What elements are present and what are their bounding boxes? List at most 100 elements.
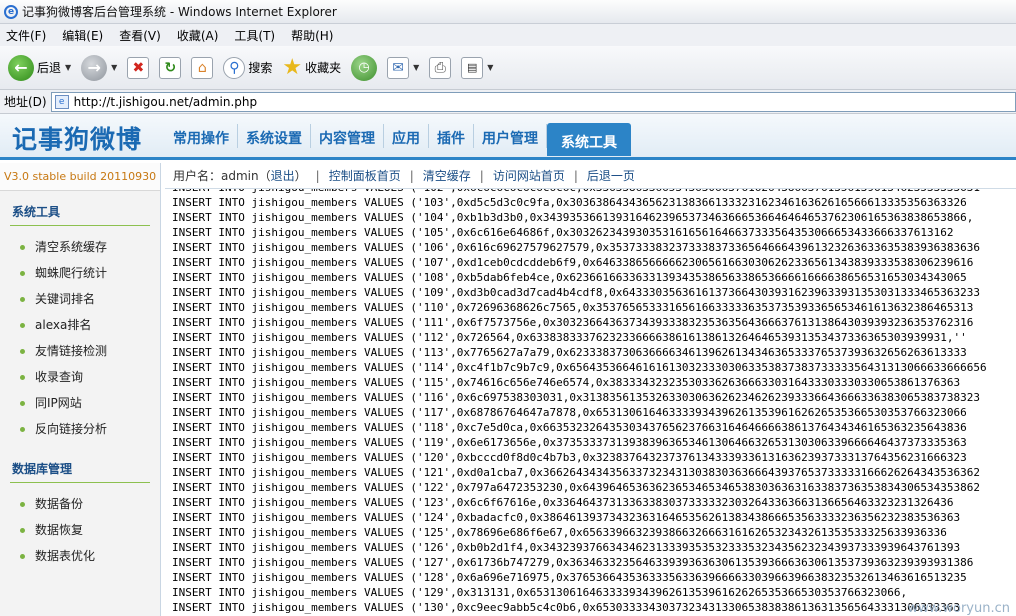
edit-dropdown-icon[interactable]: ▼	[487, 63, 493, 72]
refresh-button[interactable]: ↻	[159, 56, 182, 79]
sidebar-item-index-query[interactable]: 收录查询	[0, 364, 160, 390]
address-input[interactable]: e http://t.jishigou.net/admin.php	[50, 91, 1016, 112]
home-button[interactable]: ⌂	[191, 56, 214, 79]
search-icon: ⚲	[223, 56, 246, 79]
sidebar-item-label: 数据备份	[35, 497, 84, 511]
sql-line: INSERT INTO jishigou_members VALUES ('11…	[172, 406, 967, 419]
sql-line: INSERT INTO jishigou_members VALUES ('11…	[172, 436, 967, 449]
bullet-icon	[20, 245, 25, 250]
sql-line: INSERT INTO jishigou_members VALUES ('12…	[172, 511, 961, 524]
clear-cache-link[interactable]: 清空缓存	[423, 167, 471, 184]
bullet-icon	[20, 271, 25, 276]
go-back-link[interactable]: 后退一页	[587, 167, 635, 184]
sidebar-item-label: 关键词排名	[35, 292, 96, 306]
tab-users[interactable]: 用户管理	[474, 124, 547, 148]
sidebar-section-title: 数据库管理	[12, 462, 73, 476]
sidebar-item-label: 数据恢复	[35, 523, 84, 537]
window-titlebar: e 记事狗微博客后台管理系统 - Windows Internet Explor…	[0, 0, 1016, 24]
history-button[interactable]: ◷	[351, 54, 378, 81]
sql-line: INSERT INTO jishigou_members VALUES ('12…	[172, 481, 980, 494]
menu-file[interactable]: 文件(F)	[6, 27, 46, 44]
tab-plugins[interactable]: 插件	[429, 124, 474, 148]
sql-line: INSERT INTO jishigou_members VALUES ('12…	[172, 526, 947, 539]
bullet-icon	[20, 401, 25, 406]
sidebar-section-title: 系统工具	[12, 205, 61, 219]
sql-line: INSERT INTO jishigou_members VALUES ('12…	[172, 466, 980, 479]
sidebar-item-db-optimize[interactable]: 数据表优化	[0, 543, 160, 569]
sql-line: INSERT INTO jishigou_members VALUES ('10…	[172, 286, 980, 299]
sql-line: INSERT INTO jishigou_members VALUES ('12…	[172, 496, 954, 509]
sidebar-item-label: 友情链接检测	[35, 344, 108, 358]
tab-apps[interactable]: 应用	[384, 124, 429, 148]
edit-button[interactable]: ▤ ▼	[461, 56, 493, 79]
sidebar-item-db-restore[interactable]: 数据恢复	[0, 517, 160, 543]
sql-lines: INSERT INTO jishigou_members VALUES ('10…	[165, 189, 987, 615]
sidebar-item-clear-cache[interactable]: 清空系统缓存	[0, 234, 160, 260]
logout-link[interactable]: 退出	[271, 167, 295, 184]
section-divider	[10, 482, 150, 483]
mail-button[interactable]: ✉ ▼	[387, 56, 419, 79]
tab-common[interactable]: 常用操作	[165, 124, 238, 148]
main-nav: 常用操作 系统设置 内容管理 应用 插件 用户管理 系统工具	[165, 123, 631, 156]
sql-line: INSERT INTO jishigou_members VALUES ('11…	[172, 376, 961, 389]
sql-line: INSERT INTO jishigou_members VALUES ('10…	[172, 211, 974, 224]
forward-button[interactable]: → ▼	[81, 54, 117, 81]
version-info: V3.0 stable build 20110930	[0, 163, 160, 191]
sql-line: INSERT INTO jishigou_members VALUES ('12…	[172, 451, 967, 464]
sidebar-item-label: 蜘蛛爬行统计	[35, 266, 108, 280]
sql-line: INSERT INTO jishigou_members VALUES ('10…	[172, 271, 967, 284]
stop-icon: ✖	[127, 56, 150, 79]
page-icon: e	[54, 94, 69, 109]
menu-edit[interactable]: 编辑(E)	[62, 27, 103, 44]
watermark: www.woryun.cn	[907, 601, 1010, 616]
star-icon: ★	[282, 55, 303, 80]
sidebar-item-link-check[interactable]: 友情链接检测	[0, 338, 160, 364]
sidebar-item-label: 同IP网站	[35, 396, 82, 410]
forward-arrow-icon: →	[81, 54, 108, 81]
separator: |	[409, 168, 414, 183]
sql-line: INSERT INTO jishigou_members VALUES ('10…	[172, 256, 974, 269]
sql-line: INSERT INTO jishigou_members VALUES ('10…	[172, 241, 980, 254]
favorites-button[interactable]: ★ 收藏夹	[282, 55, 341, 80]
sidebar-item-spider-stats[interactable]: 蜘蛛爬行统计	[0, 260, 160, 286]
menu-tools[interactable]: 工具(T)	[234, 27, 275, 44]
site-logo[interactable]: 记事狗微博	[12, 120, 142, 156]
sidebar-item-label: 清空系统缓存	[35, 240, 108, 254]
menu-favorites[interactable]: 收藏(A)	[177, 27, 219, 44]
search-button[interactable]: ⚲ 搜索	[223, 56, 272, 79]
tab-system-tools[interactable]: 系统工具	[547, 123, 631, 156]
sidebar-item-keyword-rank[interactable]: 关键词排名	[0, 286, 160, 312]
mail-dropdown-icon[interactable]: ▼	[413, 63, 419, 72]
paren-open: （	[258, 169, 271, 183]
sql-output: INSERT INTO jishigou_members VALUES ('10…	[165, 189, 1016, 616]
sql-line: INSERT INTO jishigou_members VALUES ('12…	[172, 556, 974, 569]
back-dropdown-icon[interactable]: ▼	[65, 63, 71, 72]
back-label: 后退	[37, 61, 62, 75]
sidebar-item-same-ip[interactable]: 同IP网站	[0, 390, 160, 416]
menu-help[interactable]: 帮助(H)	[291, 27, 333, 44]
sql-line: INSERT INTO jishigou_members VALUES ('11…	[172, 361, 987, 374]
sidebar-item-db-backup[interactable]: 数据备份	[0, 491, 160, 517]
menu-bar: 文件(F) 编辑(E) 查看(V) 收藏(A) 工具(T) 帮助(H)	[0, 24, 1016, 46]
tab-content[interactable]: 内容管理	[311, 124, 384, 148]
sidebar-item-backlinks[interactable]: 反向链接分析	[0, 416, 160, 442]
forward-dropdown-icon[interactable]: ▼	[111, 63, 117, 72]
edit-icon: ▤	[461, 56, 484, 79]
print-button[interactable]: ⎙	[429, 56, 452, 79]
back-button[interactable]: ← 后退 ▼	[8, 54, 71, 81]
control-panel-link[interactable]: 控制面板首页	[329, 167, 401, 184]
bullet-icon	[20, 323, 25, 328]
sql-line: INSERT INTO jishigou_members VALUES ('11…	[172, 316, 974, 329]
sidebar-item-label: 数据表优化	[35, 549, 96, 563]
sql-line: INSERT INTO jishigou_members VALUES ('11…	[172, 346, 967, 359]
sql-line: INSERT INTO jishigou_members VALUES ('12…	[172, 586, 908, 599]
menu-view[interactable]: 查看(V)	[119, 27, 161, 44]
sidebar-item-alexa-rank[interactable]: alexa排名	[0, 312, 160, 338]
sub-navigation: 用户名：admin （退出） | 控制面板首页 | 清空缓存 | 访问网站首页 …	[165, 163, 1016, 189]
stop-button[interactable]: ✖	[127, 56, 150, 79]
address-label: 地址(D)	[4, 95, 47, 109]
back-arrow-icon: ←	[8, 54, 34, 81]
bullet-icon	[20, 297, 25, 302]
visit-site-link[interactable]: 访问网站首页	[493, 167, 565, 184]
tab-settings[interactable]: 系统设置	[238, 124, 311, 148]
